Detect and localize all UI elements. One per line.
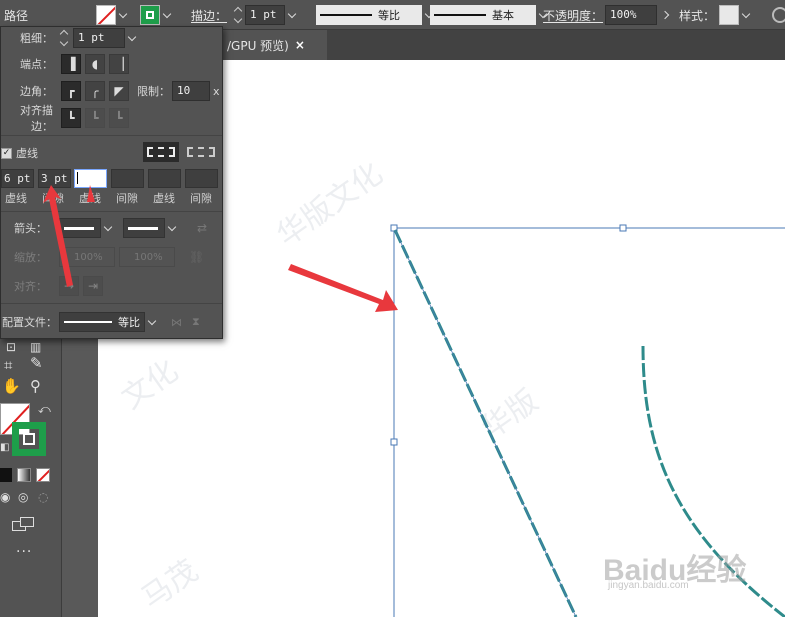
draw-normal-icon[interactable]: ◉ [0, 490, 10, 504]
annotation-arrow-gap [43, 185, 73, 287]
document-tab-bar: /GPU 预览) × [223, 30, 785, 60]
stroke-dropdown-chevron-icon[interactable] [160, 5, 176, 25]
document-tab[interactable]: /GPU 预览) × [223, 30, 327, 60]
more-tools-icon[interactable]: ··· [16, 544, 32, 560]
none-mode-icon[interactable] [36, 468, 50, 482]
gradient-mode-icon[interactable] [17, 468, 31, 482]
selection-handle[interactable] [619, 224, 627, 232]
brush-definition[interactable]: 基本 [430, 0, 552, 30]
zoom-tool-icon[interactable]: ⚲ [30, 377, 41, 395]
annotation-arrow-dash [87, 185, 95, 202]
annotation-arrow [288, 264, 398, 312]
opacity-input[interactable]: 100% [605, 5, 658, 25]
recolor-icon[interactable] [772, 0, 785, 30]
color-mode-icon[interactable] [0, 468, 12, 482]
profile-line-icon [320, 14, 372, 16]
opacity-control: 不透明度： 100% [543, 0, 675, 30]
selection-handle[interactable] [390, 438, 398, 446]
stroke-panel: 粗细： 1 pt 端点： ▐ ◖ ▕ 边角： ┏ ╭ ◤ 限制： 10 x 对齐… [0, 26, 223, 339]
style-dropdown-icon[interactable] [739, 5, 755, 25]
artboard-tool-icon[interactable]: ⌗ [4, 356, 12, 374]
shape-builder-icon[interactable]: ⊡ [6, 340, 16, 354]
style-swatch[interactable] [719, 5, 740, 25]
eyedropper-icon[interactable]: ✎ [30, 354, 43, 372]
stroke-weight-dropdown-icon[interactable] [285, 5, 301, 25]
swap-colors-icon[interactable]: ⤺ [38, 402, 51, 417]
dashed-path-left-outline [394, 229, 577, 617]
opacity-label[interactable]: 不透明度： [543, 7, 603, 24]
hand-tool-icon[interactable]: ✋ [2, 377, 21, 395]
fill-none-icon [96, 5, 116, 25]
fill-dropdown-chevron-icon[interactable] [116, 5, 132, 25]
screen-mode-icon[interactable] [12, 517, 36, 533]
stroke-label[interactable]: 描边： [191, 7, 227, 24]
style-label: 样式： [679, 8, 716, 23]
style-control: 样式： [679, 0, 755, 30]
default-colors-icon[interactable]: ◧ [0, 442, 9, 453]
panel-annotation-arrows [43, 185, 95, 287]
stroke-indicator[interactable] [12, 422, 46, 456]
chart-tool-icon[interactable]: ▥ [30, 340, 41, 354]
close-tab-icon[interactable]: × [295, 38, 305, 52]
draw-inside-icon[interactable]: ◌ [38, 490, 48, 504]
stroke-weight-input[interactable]: 1 pt [245, 5, 286, 25]
brush-line-icon [434, 14, 486, 16]
opacity-expand-icon[interactable] [659, 5, 675, 25]
stroke-weight-spinner-icon[interactable] [233, 5, 245, 25]
variable-width-profile[interactable]: 等比 [316, 0, 438, 30]
draw-behind-icon[interactable]: ◎ [18, 490, 28, 504]
stroke-color-icon [140, 5, 160, 25]
